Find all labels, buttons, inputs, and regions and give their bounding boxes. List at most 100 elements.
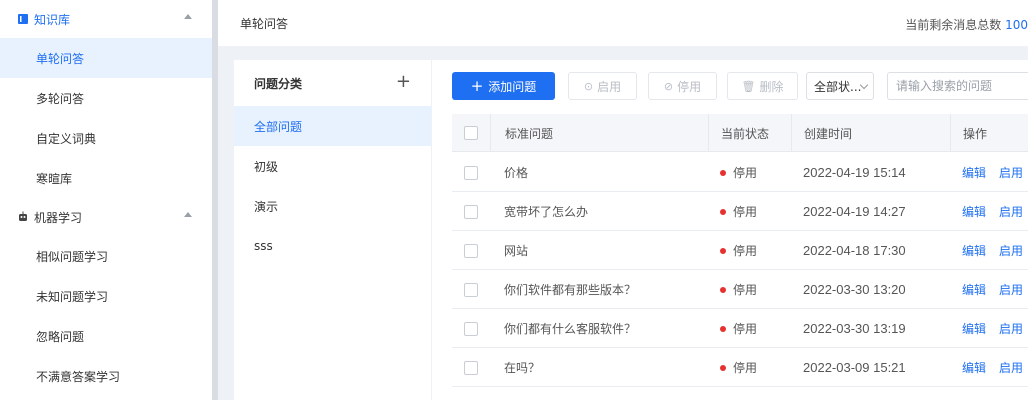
table-header: 标准问题 当前状态 创建时间 操作 — [452, 114, 1028, 152]
table-row: 你们都有什么客服软件？ 停用 2022-03-30 13:19 编辑 启用 — [452, 309, 1028, 348]
table-row: 宽带坏了怎么办 停用 2022-04-19 14:27 编辑 启用 — [452, 192, 1028, 231]
question-cell: 价格 — [504, 166, 529, 180]
category-item-beginner[interactable]: 初级 — [234, 146, 431, 186]
status-text: 停用 — [733, 244, 758, 258]
status-dot — [720, 286, 726, 293]
question-cell: 在吗？ — [504, 361, 541, 375]
check-circle-icon: ⊙ — [583, 79, 594, 93]
page-title: 单轮问答 — [240, 16, 289, 31]
sidebar-item-multi-qa[interactable]: 多轮问答 — [0, 78, 212, 118]
actions-cell: 编辑 启用 — [950, 192, 1028, 231]
status-cell: 停用 — [708, 270, 791, 309]
status-text: 停用 — [733, 166, 758, 180]
table-row: 网站 停用 2022-04-18 17:30 编辑 启用 — [452, 231, 1028, 270]
enable-link[interactable]: 启用 — [999, 164, 1023, 181]
row-checkbox[interactable] — [464, 321, 478, 336]
book-icon — [16, 12, 30, 26]
question-cell: 宽带坏了怎么办 — [504, 205, 589, 219]
status-filter-value: 全部状... — [814, 79, 862, 94]
actions-cell: 编辑 启用 — [950, 153, 1028, 192]
enable-link[interactable]: 启用 — [999, 242, 1023, 259]
actions-cell: 编辑 启用 — [950, 270, 1028, 309]
category-item-all[interactable]: 全部问题 — [234, 106, 431, 146]
enable-link[interactable]: 启用 — [999, 320, 1023, 337]
header-time: 创建时间 — [791, 114, 950, 152]
status-text: 停用 — [733, 205, 758, 219]
sidebar-item-unknown-learning[interactable]: 未知问题学习 — [0, 276, 212, 316]
robot-icon — [16, 210, 30, 224]
sidebar-item-ignored[interactable]: 忽略问题 — [0, 316, 212, 356]
sidebar-group-knowledge-base[interactable]: 知识库 — [0, 0, 212, 38]
enable-label: 启用 — [597, 79, 622, 94]
status-filter-select[interactable]: 全部状... — [806, 72, 874, 100]
question-cell: 你们软件都有那些版本？ — [504, 283, 637, 297]
question-list-panel: + 添加问题 ⊙ 启用 ⊘ 停用 🗑 删除 全部状... 标准问题 当前状态 创… — [432, 60, 1028, 400]
category-item-demo[interactable]: 演示 — [234, 186, 431, 226]
status-dot — [720, 208, 726, 215]
trash-icon: 🗑 — [741, 79, 756, 93]
search-input[interactable] — [887, 72, 1028, 100]
row-checkbox[interactable] — [464, 360, 478, 375]
status-cell: 停用 — [708, 348, 791, 387]
add-question-button[interactable]: + 添加问题 — [452, 72, 555, 100]
edit-link[interactable]: 编辑 — [962, 203, 986, 220]
enable-link[interactable]: 启用 — [999, 359, 1023, 376]
edit-link[interactable]: 编辑 — [962, 281, 986, 298]
edit-link[interactable]: 编辑 — [962, 164, 986, 181]
remaining-messages: 当前剩余消息总数 100 — [905, 16, 1028, 33]
row-checkbox[interactable] — [464, 282, 478, 297]
sidebar-group-label: 知识库 — [34, 12, 71, 27]
category-panel: 问题分类 + 全部问题 初级 演示 sss — [234, 60, 431, 400]
ban-icon: ⊘ — [663, 79, 674, 93]
question-cell: 你们都有什么客服软件？ — [504, 322, 637, 336]
disable-button[interactable]: ⊘ 停用 — [648, 72, 717, 100]
time-cell: 2022-03-30 13:19 — [803, 321, 906, 336]
category-header: 问题分类 + — [234, 60, 431, 106]
select-all-checkbox[interactable] — [464, 126, 478, 140]
status-dot — [720, 364, 726, 371]
remaining-messages-count: 100 — [1005, 18, 1028, 32]
enable-link[interactable]: 启用 — [999, 203, 1023, 220]
delete-button[interactable]: 🗑 删除 — [727, 72, 798, 100]
status-text: 停用 — [733, 361, 758, 375]
sidebar-item-custom-dict[interactable]: 自定义词典 — [0, 118, 212, 158]
sidebar-group-label: 机器学习 — [34, 210, 83, 225]
row-checkbox[interactable] — [464, 204, 478, 219]
edit-link[interactable]: 编辑 — [962, 359, 986, 376]
edit-link[interactable]: 编辑 — [962, 242, 986, 259]
time-cell: 2022-03-09 15:21 — [803, 360, 906, 375]
sidebar-scrollbar[interactable] — [212, 0, 218, 400]
sidebar-item-similar-learning[interactable]: 相似问题学习 — [0, 236, 212, 276]
category-item-sss[interactable]: sss — [234, 226, 431, 266]
enable-link[interactable]: 启用 — [999, 281, 1023, 298]
disable-label: 停用 — [677, 79, 702, 94]
chevron-up-icon[interactable] — [184, 14, 192, 19]
select-all-cell — [452, 114, 490, 152]
question-cell: 网站 — [504, 244, 529, 258]
time-cell: 2022-04-19 14:27 — [803, 204, 906, 219]
status-cell: 停用 — [708, 309, 791, 348]
page-header: 单轮问答 当前剩余消息总数 100 — [218, 0, 1028, 46]
actions-cell: 编辑 启用 — [950, 348, 1028, 387]
chevron-up-icon[interactable] — [184, 212, 192, 217]
table-body: 价格 停用 2022-04-19 15:14 编辑 启用 宽带坏了怎么办 停用 2… — [452, 153, 1028, 387]
add-category-icon[interactable]: + — [396, 73, 411, 91]
enable-button[interactable]: ⊙ 启用 — [568, 72, 637, 100]
edit-link[interactable]: 编辑 — [962, 320, 986, 337]
actions-cell: 编辑 启用 — [950, 231, 1028, 270]
status-dot — [720, 169, 726, 176]
plus-icon: + — [470, 77, 484, 95]
sidebar-group-machine-learning[interactable]: 机器学习 — [0, 198, 212, 236]
status-cell: 停用 — [708, 231, 791, 270]
row-checkbox[interactable] — [464, 243, 478, 258]
status-text: 停用 — [733, 283, 758, 297]
sidebar-item-single-qa[interactable]: 单轮问答 — [0, 38, 212, 78]
time-cell: 2022-04-19 15:14 — [803, 165, 906, 180]
table-row: 价格 停用 2022-04-19 15:14 编辑 启用 — [452, 153, 1028, 192]
sidebar-item-chitchat[interactable]: 寒暄库 — [0, 158, 212, 198]
sidebar-item-unsatisfied-learning[interactable]: 不满意答案学习 — [0, 356, 212, 396]
row-checkbox[interactable] — [464, 165, 478, 180]
time-cell: 2022-03-30 13:20 — [803, 282, 906, 297]
header-status: 当前状态 — [708, 114, 791, 152]
toolbar: + 添加问题 ⊙ 启用 ⊘ 停用 🗑 删除 全部状... — [432, 60, 1028, 114]
